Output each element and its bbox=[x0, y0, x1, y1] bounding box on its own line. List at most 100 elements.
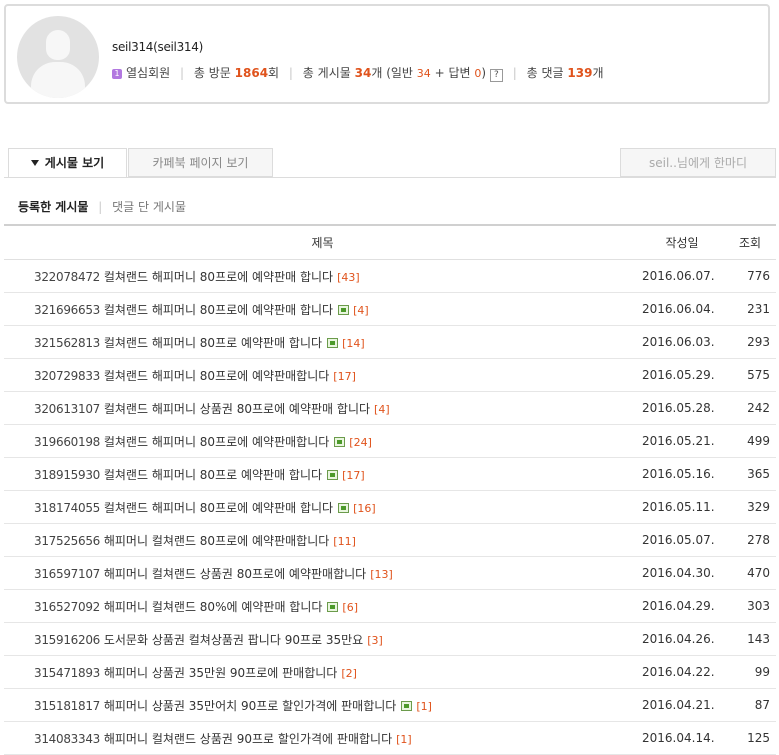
tab-divider bbox=[4, 177, 776, 178]
image-attachment-icon bbox=[327, 337, 339, 348]
post-date: 2016.05.07. bbox=[642, 523, 723, 557]
table-row: 315181817 해피머니 상품권 35만어치 90프로 할인가격에 판매합니… bbox=[4, 688, 776, 722]
tab-cafebook[interactable]: 카페북 페이지 보기 bbox=[128, 148, 273, 177]
comment-count[interactable]: [11] bbox=[333, 535, 356, 548]
post-number: 316527092 bbox=[34, 599, 101, 614]
comment-count[interactable]: [3] bbox=[367, 634, 383, 647]
comment-count[interactable]: [4] bbox=[353, 304, 369, 317]
subtab-written[interactable]: 등록한 게시물 bbox=[18, 200, 88, 214]
post-date: 2016.05.21. bbox=[642, 424, 723, 458]
post-title-link[interactable]: 해피머니 상품권 35만어치 90프로 할인가격에 판매합니다 bbox=[104, 699, 397, 713]
image-attachment-icon bbox=[327, 469, 339, 480]
comment-count[interactable]: [14] bbox=[342, 337, 365, 350]
comment-count[interactable]: [43] bbox=[337, 271, 360, 284]
post-number: 320613107 bbox=[34, 401, 101, 416]
post-title-link[interactable]: 도서문화 상품권 컬쳐상품권 팝니다 90프로 35만요 bbox=[104, 633, 363, 647]
member-stats: 1 열심회원 | 총 방문 1864회 | 총 게시물 34개 (일반 34 + … bbox=[112, 64, 604, 82]
post-number: 317525656 bbox=[34, 533, 101, 548]
tab-cafebook-label: 카페북 페이지 보기 bbox=[152, 156, 249, 170]
comment-count[interactable]: [24] bbox=[349, 436, 372, 449]
post-title-cell: 321696653 컬쳐랜드 해피머니 80프로에 예약판매 합니다 [4] bbox=[4, 292, 642, 326]
post-title-link[interactable]: 해피머니 상품권 35만원 90프로에 판매합니다 bbox=[104, 666, 337, 680]
member-rank: 열심회원 bbox=[126, 66, 171, 80]
post-title-cell: 316597107 해피머니 컬쳐랜드 상품권 80프로에 예약판매합니다 [13… bbox=[4, 556, 642, 590]
comment-count[interactable]: [17] bbox=[342, 469, 365, 482]
tab-bar: 게시물 보기 카페북 페이지 보기 seil..님에게 한마디 bbox=[0, 148, 779, 178]
comment-count[interactable]: [2] bbox=[341, 667, 357, 680]
comment-count[interactable]: [1] bbox=[396, 733, 412, 746]
comment-count[interactable]: [4] bbox=[374, 403, 390, 416]
post-title-link[interactable]: 컬쳐랜드 해피머니 80프로에 예약판매 합니다 bbox=[104, 270, 333, 284]
help-icon[interactable]: ? bbox=[489, 69, 503, 82]
comment-count[interactable]: [13] bbox=[370, 568, 393, 581]
table-row: 318174055 컬쳐랜드 해피머니 80프로에 예약판매 합니다 [16] 20… bbox=[4, 490, 776, 524]
post-title-link[interactable]: 컬쳐랜드 해피머니 80프로에 예약판매 합니다 bbox=[104, 303, 333, 317]
comment-count[interactable]: [17] bbox=[333, 370, 356, 383]
post-views: 87 bbox=[723, 688, 776, 722]
post-views: 303 bbox=[723, 589, 776, 623]
comments-label: 총 댓글 bbox=[526, 66, 564, 80]
table-row: 317525656 해피머니 컬쳐랜드 80프로에 예약판매합니다 [11] 201… bbox=[4, 523, 776, 557]
nickname[interactable]: seil314(seil314) bbox=[112, 40, 203, 54]
subtab-commented[interactable]: 댓글 단 게시물 bbox=[112, 200, 186, 214]
post-number: 315181817 bbox=[34, 698, 101, 713]
divider: | bbox=[180, 66, 185, 80]
post-title-link[interactable]: 컬쳐랜드 해피머니 80프로 예약판매 합니다 bbox=[104, 336, 322, 350]
post-title-link[interactable]: 해피머니 컬쳐랜드 상품권 80프로에 예약판매합니다 bbox=[104, 567, 366, 581]
divider: | bbox=[288, 66, 293, 80]
comment-count[interactable]: [1] bbox=[416, 700, 432, 713]
post-title-link[interactable]: 컬쳐랜드 해피머니 80프로에 예약판매합니다 bbox=[104, 369, 329, 383]
post-title-cell: 316527092 해피머니 컬쳐랜드 80%에 예약판매 합니다 [6] bbox=[4, 589, 642, 623]
divider: | bbox=[512, 66, 517, 80]
post-title-link[interactable]: 해피머니 컬쳐랜드 80프로에 예약판매합니다 bbox=[104, 534, 329, 548]
posts-count: 34 bbox=[354, 66, 372, 80]
post-views: 293 bbox=[723, 325, 776, 359]
post-date: 2016.06.07. bbox=[642, 259, 723, 293]
table-row: 316597107 해피머니 컬쳐랜드 상품권 80프로에 예약판매합니다 [13… bbox=[4, 556, 776, 590]
header-date: 작성일 bbox=[642, 224, 723, 260]
post-table: 제목 작성일 조회 322078472 컬쳐랜드 해피머니 80프로에 예약판매… bbox=[4, 224, 776, 755]
post-title-link[interactable]: 컬쳐랜드 해피머니 80프로에 예약판매합니다 bbox=[104, 435, 329, 449]
post-title-cell: 315181817 해피머니 상품권 35만어치 90프로 할인가격에 판매합니… bbox=[4, 688, 642, 722]
post-title-cell: 315471893 해피머니 상품권 35만원 90프로에 판매합니다 [2] bbox=[4, 655, 642, 689]
post-title-cell: 319660198 컬쳐랜드 해피머니 80프로에 예약판매합니다 [24] bbox=[4, 424, 642, 458]
comment-count[interactable]: [6] bbox=[342, 601, 358, 614]
post-number: 321562813 bbox=[34, 335, 101, 350]
post-number: 318915930 bbox=[34, 467, 101, 482]
table-row: 322078472 컬쳐랜드 해피머니 80프로에 예약판매 합니다 [43] 20… bbox=[4, 259, 776, 293]
posts-label: 총 게시물 bbox=[302, 66, 351, 80]
post-title-link[interactable]: 컬쳐랜드 해피머니 80프로 예약판매 합니다 bbox=[104, 468, 322, 482]
table-row: 321562813 컬쳐랜드 해피머니 80프로 예약판매 합니다 [14] 201… bbox=[4, 325, 776, 359]
triangle-down-icon bbox=[30, 160, 39, 166]
post-date: 2016.05.29. bbox=[642, 358, 723, 392]
general-label: (일반 bbox=[386, 66, 413, 80]
post-title-cell: 314083343 해피머니 컬쳐랜드 상품권 90프로 할인가격에 판매합니다… bbox=[4, 721, 642, 755]
post-title-cell: 315916206 도서문화 상품권 컬쳐상품권 팝니다 90프로 35만요 [3… bbox=[4, 622, 642, 656]
post-date: 2016.05.11. bbox=[642, 490, 723, 524]
posts-unit: 개 bbox=[371, 66, 383, 80]
avatar[interactable] bbox=[17, 16, 99, 98]
post-number: 315471893 bbox=[34, 665, 101, 680]
tab-posts[interactable]: 게시물 보기 bbox=[8, 148, 127, 178]
message-button[interactable]: seil..님에게 한마디 bbox=[620, 148, 776, 177]
table-row: 318915930 컬쳐랜드 해피머니 80프로 예약판매 합니다 [17] 201… bbox=[4, 457, 776, 491]
post-views: 776 bbox=[723, 259, 776, 293]
post-title-link[interactable]: 해피머니 컬쳐랜드 80%에 예약판매 합니다 bbox=[104, 600, 323, 614]
avatar-head-icon bbox=[46, 30, 70, 60]
post-views: 470 bbox=[723, 556, 776, 590]
post-title-link[interactable]: 컬쳐랜드 해피머니 상품권 80프로에 예약판매 합니다 bbox=[104, 402, 370, 416]
comment-count[interactable]: [16] bbox=[353, 502, 376, 515]
post-views: 329 bbox=[723, 490, 776, 524]
post-date: 2016.04.22. bbox=[642, 655, 723, 689]
post-date: 2016.05.16. bbox=[642, 457, 723, 491]
post-date: 2016.04.14. bbox=[642, 721, 723, 755]
post-date: 2016.04.26. bbox=[642, 622, 723, 656]
post-views: 99 bbox=[723, 655, 776, 689]
comments-unit: 개 bbox=[592, 66, 604, 80]
post-title-link[interactable]: 해피머니 컬쳐랜드 상품권 90프로 할인가격에 판매합니다 bbox=[104, 732, 392, 746]
post-number: 316597107 bbox=[34, 566, 101, 581]
post-title-cell: 317525656 해피머니 컬쳐랜드 80프로에 예약판매합니다 [11] bbox=[4, 523, 642, 557]
post-title-link[interactable]: 컬쳐랜드 해피머니 80프로에 예약판매 합니다 bbox=[104, 501, 333, 515]
post-date: 2016.04.29. bbox=[642, 589, 723, 623]
table-row: 320729833 컬쳐랜드 해피머니 80프로에 예약판매합니다 [17] 201… bbox=[4, 358, 776, 392]
